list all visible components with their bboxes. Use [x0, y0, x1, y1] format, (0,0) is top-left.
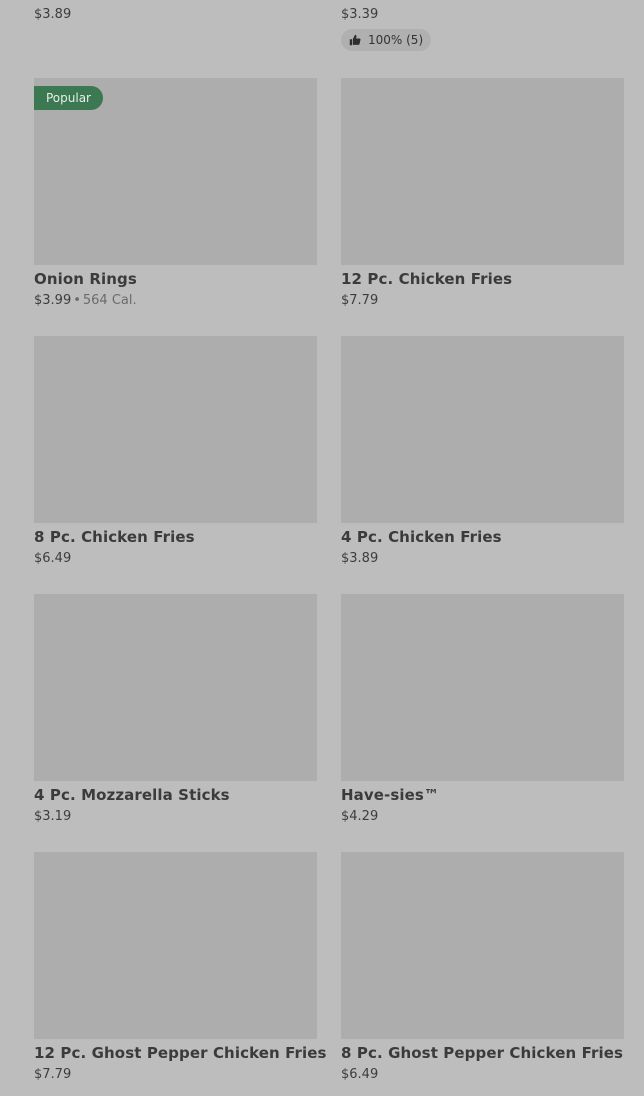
menu-item-card[interactable]: 12 Pc. Ghost Pepper Chicken Fries $7.79 [34, 852, 327, 1088]
popular-badge: Popular [34, 86, 103, 110]
item-image[interactable] [34, 594, 317, 781]
item-name: Have-sies™ [341, 786, 440, 804]
item-name: 12 Pc. Chicken Fries [341, 270, 513, 288]
item-name: 8 Pc. Ghost Pepper Chicken Fries [341, 1044, 624, 1062]
menu-item-card[interactable]: 12 Pc. Chicken Fries $7.79 [341, 78, 624, 314]
menu-item-card[interactable]: 4 Pc. Mozzarella Sticks $3.19 [34, 594, 317, 830]
menu-item-card[interactable]: 8 Pc. Chicken Fries $6.49 [34, 336, 317, 572]
item-calories: 564 Cal. [82, 293, 137, 308]
item-name: 4 Pc. Mozzarella Sticks [34, 786, 230, 804]
item-price: $7.79 [341, 293, 379, 308]
item-price-line: $3.99 • 564 Cal. [34, 292, 317, 310]
item-price: $3.39 [341, 7, 379, 22]
item-name: Onion Rings [34, 270, 137, 288]
menu-item-partial-left[interactable]: $3.89 [34, 6, 317, 24]
item-image[interactable] [341, 852, 624, 1039]
thumbs-up-icon [349, 34, 361, 46]
rating-badge: 100% (5) [341, 29, 432, 51]
item-image[interactable] [34, 336, 317, 523]
item-price: $3.99 [34, 293, 72, 308]
item-price: $6.49 [341, 1067, 379, 1082]
item-name: 12 Pc. Ghost Pepper Chicken Fries [34, 1044, 327, 1062]
item-image[interactable] [341, 594, 624, 781]
menu-item-card[interactable]: 4 Pc. Chicken Fries $3.89 [341, 336, 624, 572]
item-price: $4.29 [341, 809, 379, 824]
item-name: 8 Pc. Chicken Fries [34, 528, 195, 546]
menu-item-partial-right[interactable]: $3.39 100% (5) [341, 6, 624, 51]
item-price: $3.89 [341, 551, 379, 566]
item-price: $3.19 [34, 809, 72, 824]
separator: • [73, 293, 81, 308]
item-image[interactable] [341, 78, 624, 265]
item-name: 4 Pc. Chicken Fries [341, 528, 502, 546]
menu-item-card[interactable]: 8 Pc. Ghost Pepper Chicken Fries $6.49 [341, 852, 624, 1088]
item-price: $6.49 [34, 551, 72, 566]
menu-item-card[interactable]: Popular Onion Rings $3.99 • 564 Cal. [34, 78, 317, 314]
rating-text: 100% (5) [368, 33, 424, 47]
item-image[interactable] [34, 852, 317, 1039]
item-price: $7.79 [34, 1067, 72, 1082]
menu-item-card[interactable]: Have-sies™ $4.29 [341, 594, 624, 830]
item-image[interactable]: Popular [34, 78, 317, 265]
item-image[interactable] [341, 336, 624, 523]
item-price: $3.89 [34, 7, 72, 22]
